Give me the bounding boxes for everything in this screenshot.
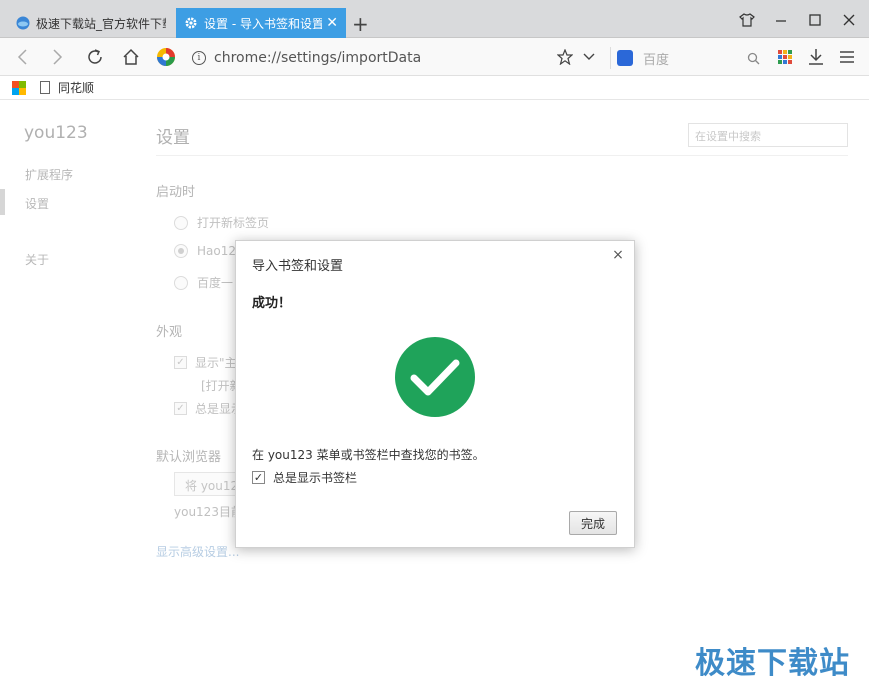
dialog-message: 在 you123 菜单或书签栏中查找您的书签。 bbox=[252, 448, 485, 462]
checkbox[interactable]: ✓ bbox=[252, 471, 265, 484]
divider bbox=[156, 155, 848, 156]
chevron-down-icon[interactable] bbox=[576, 44, 602, 70]
sidebar-active-marker bbox=[0, 189, 5, 215]
forward-icon[interactable] bbox=[44, 44, 70, 70]
reload-icon[interactable] bbox=[82, 44, 108, 70]
maximize-icon[interactable] bbox=[800, 8, 830, 32]
site-favicon-icon bbox=[16, 16, 30, 30]
option-label: 百度一 bbox=[197, 276, 234, 290]
import-dialog: 导入书签和设置 × 成功！ 在 you123 菜单或书签栏中查找您的书签。 ✓ … bbox=[235, 240, 635, 548]
address-bar[interactable]: i chrome://settings/importData bbox=[192, 47, 602, 69]
sidebar-item-extensions[interactable]: 扩展程序 bbox=[25, 166, 73, 183]
checkbox[interactable]: ✓ bbox=[174, 402, 187, 415]
skin-icon[interactable] bbox=[732, 8, 762, 32]
url-text: chrome://settings/importData bbox=[214, 50, 422, 66]
baidu-paw-icon bbox=[617, 50, 633, 66]
watermark-logo: 极速下载站 bbox=[695, 646, 850, 681]
radio-button[interactable] bbox=[174, 215, 188, 230]
checkbox[interactable]: ✓ bbox=[174, 356, 187, 369]
close-icon[interactable] bbox=[834, 8, 864, 32]
star-icon[interactable] bbox=[552, 44, 578, 70]
section-appearance-heading: 外观 bbox=[156, 325, 183, 340]
tab-download-site[interactable]: 极速下载站_官方软件下载 bbox=[8, 8, 174, 38]
dialog-close-icon[interactable]: × bbox=[610, 247, 626, 263]
search-placeholder: 百度 bbox=[643, 52, 670, 68]
minimize-icon[interactable] bbox=[766, 8, 796, 32]
browser-logo-icon[interactable] bbox=[153, 44, 179, 70]
browser-toolbar: i chrome://settings/importData 百度 bbox=[0, 38, 869, 76]
success-check-icon bbox=[395, 337, 475, 417]
new-tab-icon[interactable]: + bbox=[352, 12, 369, 36]
home-icon[interactable] bbox=[118, 44, 144, 70]
tab-strip: 极速下载站_官方软件下载 设置 - 导入书签和设置 ✕ + bbox=[0, 0, 869, 38]
search-box[interactable]: 百度 bbox=[610, 47, 760, 69]
section-startup-heading: 启动时 bbox=[156, 185, 196, 200]
dialog-title: 导入书签和设置 bbox=[252, 259, 344, 274]
show-advanced-link[interactable]: 显示高级设置... bbox=[156, 543, 239, 560]
gear-icon bbox=[185, 17, 197, 29]
success-heading: 成功！ bbox=[252, 296, 292, 311]
back-icon[interactable] bbox=[10, 44, 36, 70]
option-label: 打开新标签页 bbox=[197, 216, 270, 230]
settings-search-input[interactable]: 在设置中搜索 bbox=[688, 123, 848, 147]
info-icon[interactable]: i bbox=[192, 51, 206, 65]
default-browser-note: you123目前 bbox=[174, 505, 243, 519]
startup-option-newtab[interactable]: 打开新标签页 bbox=[174, 214, 269, 231]
startup-option-baidu[interactable]: 百度一 bbox=[174, 274, 233, 291]
tab-close-icon[interactable]: ✕ bbox=[326, 15, 338, 31]
radio-button[interactable] bbox=[174, 275, 188, 290]
search-icon[interactable] bbox=[747, 52, 760, 65]
page-icon bbox=[40, 81, 50, 94]
bookmark-item[interactable]: 同花顺 bbox=[40, 79, 94, 96]
windows-logo-icon[interactable] bbox=[12, 80, 26, 95]
bookmarks-bar: 同花顺 bbox=[0, 76, 869, 100]
tab-title: 极速下载站_官方软件下载 bbox=[36, 16, 166, 31]
sidebar-item-about[interactable]: 关于 bbox=[25, 251, 49, 268]
page-title: 设置 bbox=[156, 128, 190, 148]
bookmark-label: 同花顺 bbox=[58, 81, 95, 95]
appearance-option-bookmarks[interactable]: ✓ 总是显示 bbox=[174, 400, 243, 417]
download-icon[interactable] bbox=[803, 44, 829, 70]
sidebar-item-settings[interactable]: 设置 bbox=[25, 195, 49, 212]
show-bookmarks-bar-option[interactable]: ✓ 总是显示书签栏 bbox=[252, 469, 357, 486]
tab-settings[interactable]: 设置 - 导入书签和设置 ✕ bbox=[176, 8, 346, 38]
appearance-option-home[interactable]: ✓ 显示"主 bbox=[174, 354, 237, 371]
checkbox-label: 总是显示书签栏 bbox=[273, 471, 358, 485]
startup-option-hao123[interactable]: Hao123 bbox=[174, 244, 244, 258]
menu-icon[interactable] bbox=[834, 44, 860, 70]
sidebar-brand: you123 bbox=[24, 123, 88, 143]
option-label: 显示"主 bbox=[195, 356, 237, 370]
done-button[interactable]: 完成 bbox=[569, 511, 617, 535]
radio-button[interactable] bbox=[174, 244, 188, 258]
tab-title: 设置 - 导入书签和设置 bbox=[204, 16, 323, 31]
section-default-browser-heading: 默认浏览器 bbox=[156, 450, 222, 465]
apps-grid-icon[interactable] bbox=[772, 44, 798, 70]
